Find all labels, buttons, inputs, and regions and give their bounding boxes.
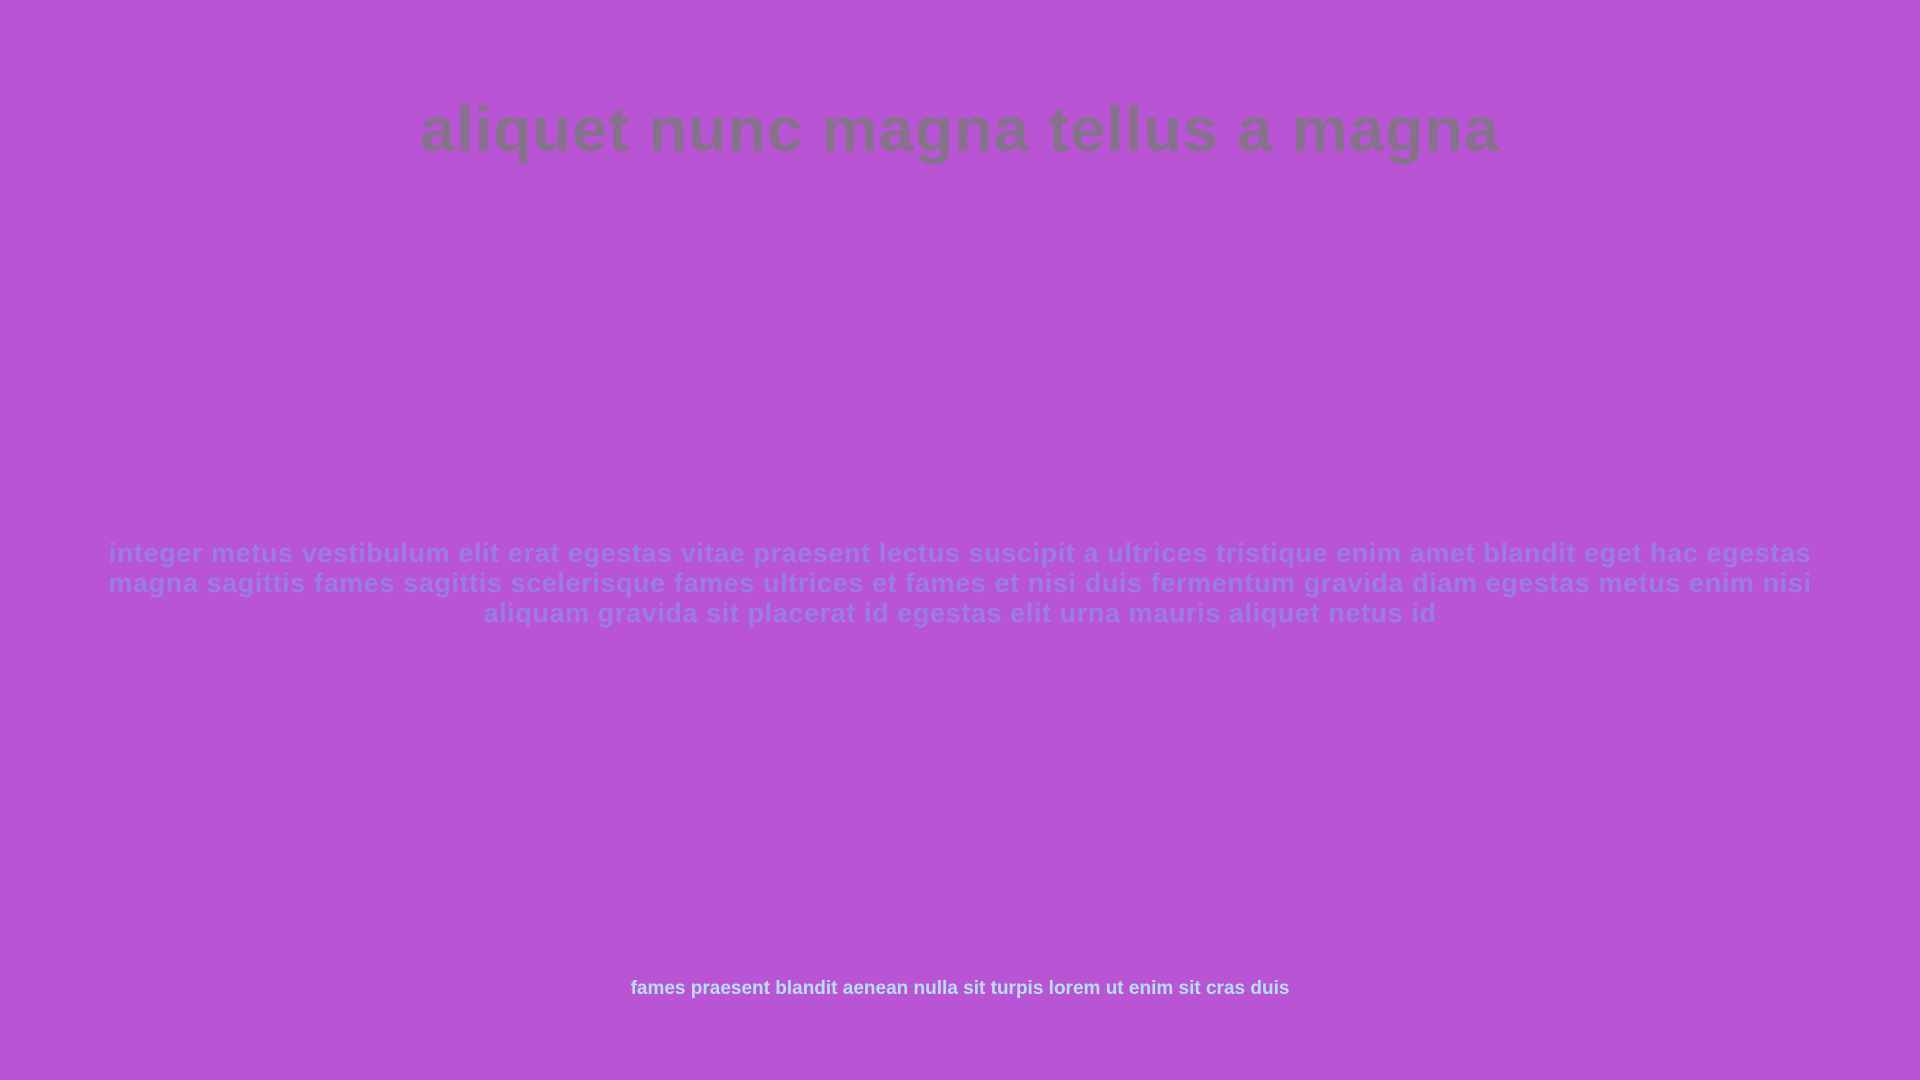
footer-text: fames praesent blandit aenean nulla sit … (630, 978, 1290, 999)
body-paragraph: integer metus vestibulum elit erat egest… (108, 538, 1812, 628)
page-canvas: aliquet nunc magna tellus a magna intege… (0, 0, 1920, 1080)
headline: aliquet nunc magna tellus a magna (420, 95, 1500, 165)
